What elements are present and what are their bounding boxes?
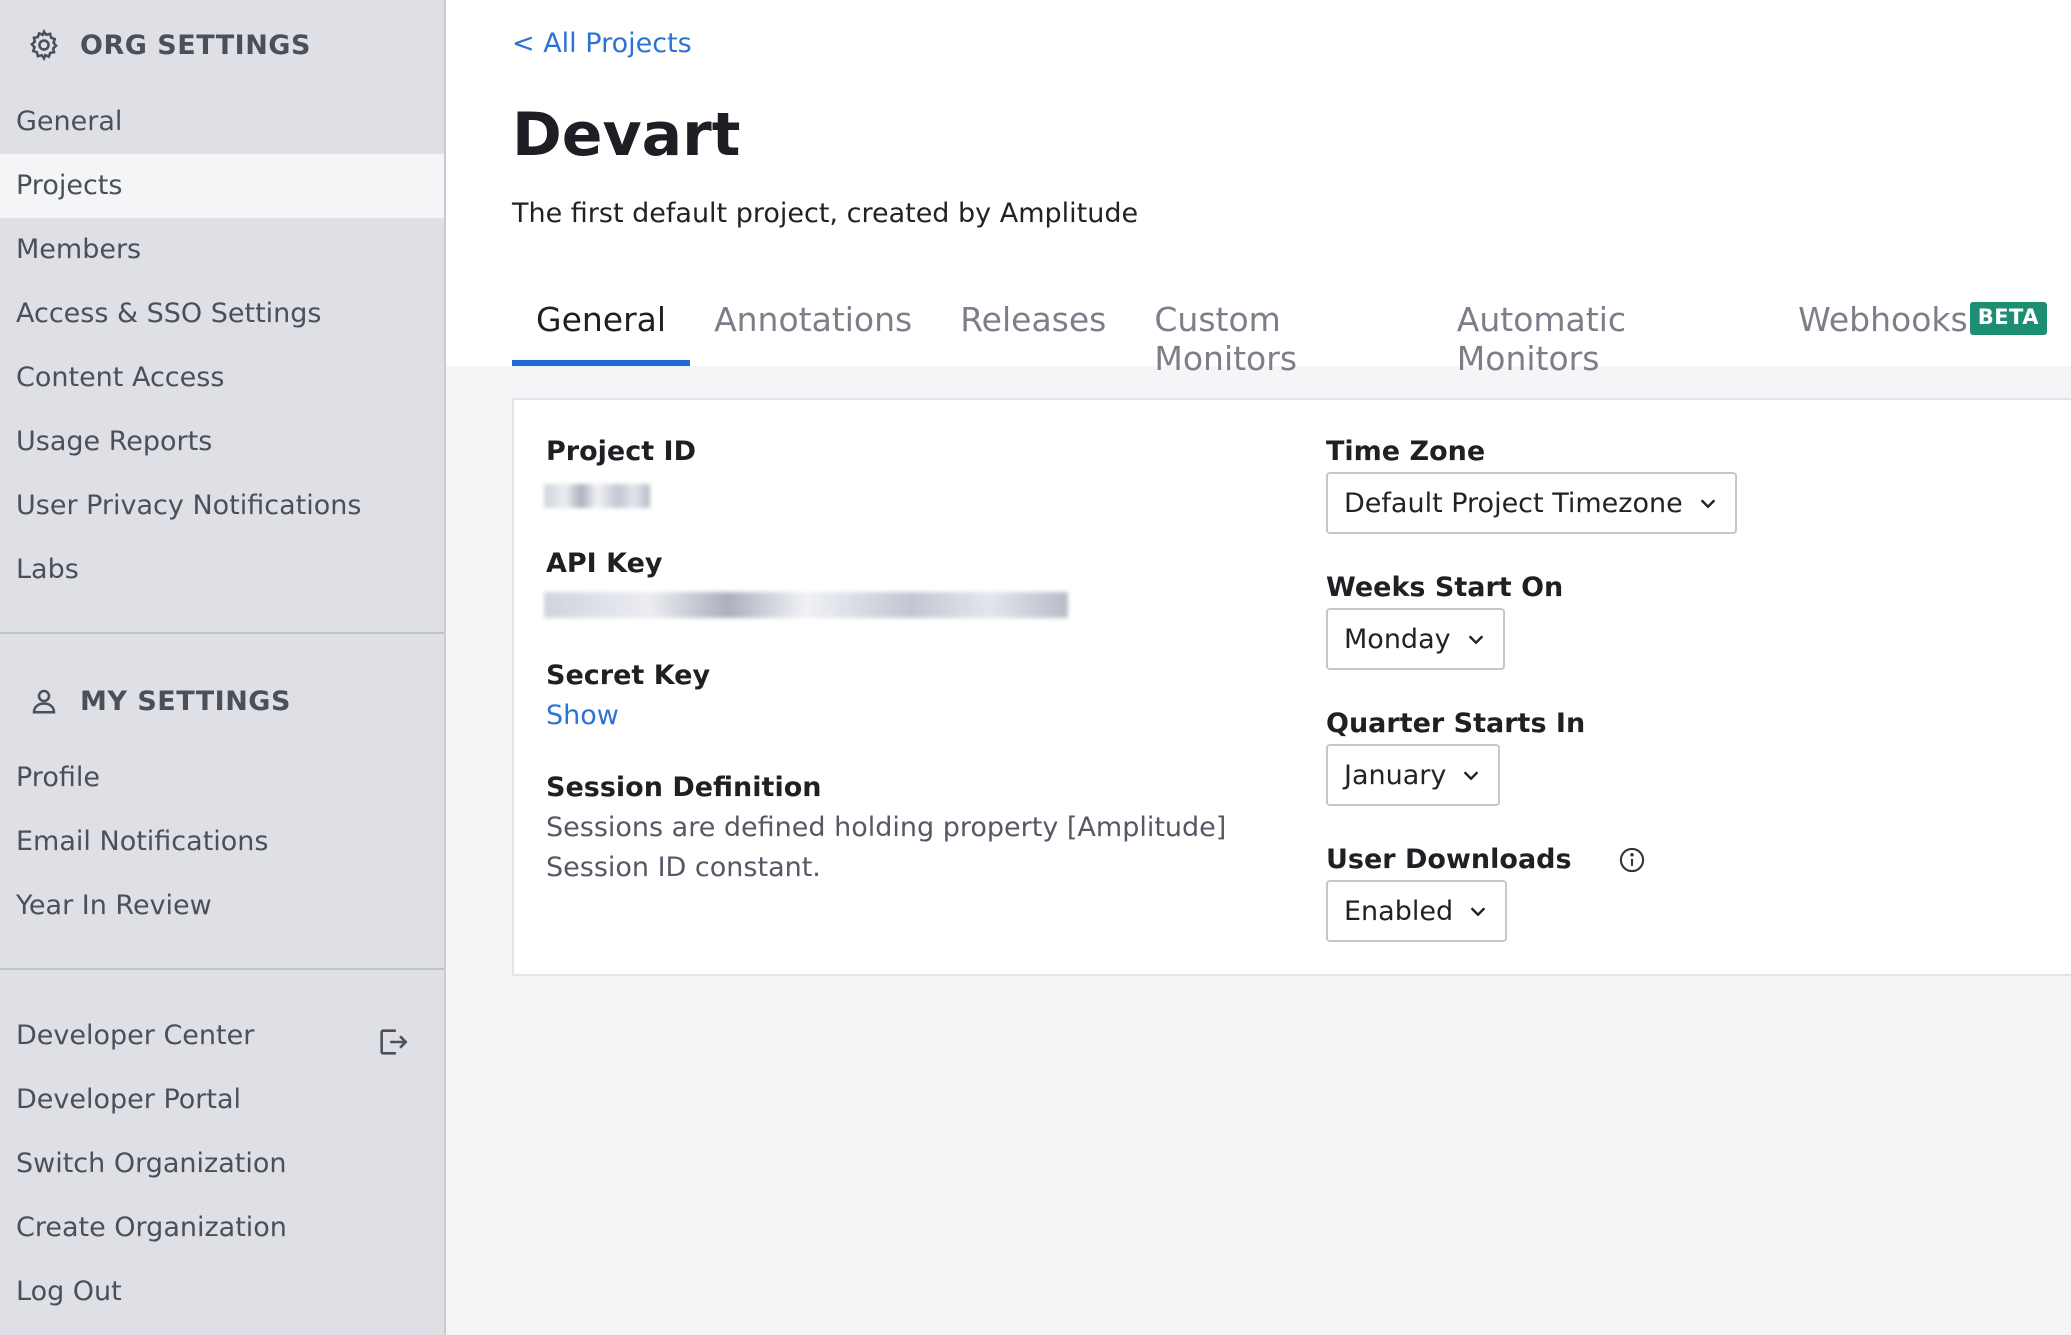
sidebar-item-content-access[interactable]: Content Access xyxy=(0,346,444,410)
weeks-start-value: Monday xyxy=(1344,623,1451,655)
main-content: < All Projects Devart The first default … xyxy=(446,0,2071,1335)
all-projects-link[interactable]: < All Projects xyxy=(512,28,692,59)
sidebar-item-projects[interactable]: Projects xyxy=(0,154,444,218)
info-icon[interactable] xyxy=(1618,846,1646,874)
page-title: Devart xyxy=(512,100,741,170)
weeks-start-select[interactable]: Monday xyxy=(1326,608,1505,670)
session-definition-text: Sessions are defined holding property [A… xyxy=(546,812,1227,883)
tab-automatic-monitors[interactable]: Automatic Monitors xyxy=(1433,296,1774,378)
secret-key-label: Secret Key xyxy=(546,660,711,691)
sidebar-item-developer-portal[interactable]: Developer Portal xyxy=(0,1068,444,1132)
tab-releases[interactable]: Releases xyxy=(936,296,1130,366)
time-zone-select[interactable]: Default Project Timezone xyxy=(1326,472,1737,534)
webhooks-label: Webhooks xyxy=(1798,300,1968,339)
external-link-icon xyxy=(376,1019,410,1055)
tab-custom-monitors[interactable]: Custom Monitors xyxy=(1130,296,1432,378)
sidebar-item-members[interactable]: Members xyxy=(0,218,444,282)
quarter-starts-label: Quarter Starts In xyxy=(1326,708,1586,739)
beta-badge: BETA xyxy=(1969,302,2047,335)
api-key-label: API Key xyxy=(546,548,663,579)
weeks-start-label: Weeks Start On xyxy=(1326,572,1564,603)
sidebar-item-email-notifications[interactable]: Email Notifications xyxy=(0,810,444,874)
chevron-down-icon xyxy=(1468,635,1483,645)
tab-general[interactable]: General xyxy=(512,296,691,366)
my-settings-heading: MY SETTINGS xyxy=(0,656,444,746)
person-icon xyxy=(26,683,62,719)
quarter-starts-select[interactable]: January xyxy=(1326,744,1501,806)
user-downloads-value: Enabled xyxy=(1344,895,1454,927)
chevron-down-icon xyxy=(1700,499,1715,509)
org-settings-heading: ORG SETTINGS xyxy=(0,0,444,90)
session-definition-label: Session Definition xyxy=(546,772,822,803)
sidebar-item-create-organization[interactable]: Create Organization xyxy=(0,1196,444,1260)
developer-center-label: Developer Center xyxy=(16,1020,255,1051)
project-id-label: Project ID xyxy=(546,436,696,467)
user-downloads-label: User Downloads xyxy=(1326,844,1572,875)
user-downloads-select[interactable]: Enabled xyxy=(1326,880,1508,942)
sidebar-item-developer-center[interactable]: Developer Center xyxy=(0,1004,444,1068)
sidebar-item-profile[interactable]: Profile xyxy=(0,746,444,810)
sidebar-item-labs[interactable]: Labs xyxy=(0,538,444,602)
sidebar-item-access-sso[interactable]: Access & SSO Settings xyxy=(0,282,444,346)
sidebar: ORG SETTINGS General Projects Members Ac… xyxy=(0,0,446,1335)
chevron-down-icon xyxy=(1464,771,1479,781)
sidebar-item-user-privacy[interactable]: User Privacy Notifications xyxy=(0,474,444,538)
sidebar-item-general[interactable]: General xyxy=(0,90,444,154)
chevron-down-icon xyxy=(1470,907,1486,917)
gear-icon xyxy=(26,27,62,63)
time-zone-value: Default Project Timezone xyxy=(1344,487,1683,519)
project-settings-card: Project ID API Key Secret Key Show Sessi… xyxy=(512,398,2071,976)
time-zone-label: Time Zone xyxy=(1326,436,1486,467)
show-secret-key-link[interactable]: Show xyxy=(546,696,619,736)
quarter-starts-value: January xyxy=(1344,759,1447,791)
org-settings-title: ORG SETTINGS xyxy=(80,29,311,61)
tab-annotations[interactable]: Annotations xyxy=(690,296,936,366)
tab-webhooks[interactable]: Webhooks BETA xyxy=(1774,296,2071,366)
sidebar-item-usage-reports[interactable]: Usage Reports xyxy=(0,410,444,474)
sidebar-item-year-in-review[interactable]: Year In Review xyxy=(0,874,444,938)
my-settings-title: MY SETTINGS xyxy=(80,685,291,717)
project-id-value-redacted xyxy=(544,484,650,508)
sidebar-item-switch-organization[interactable]: Switch Organization xyxy=(0,1132,444,1196)
api-key-value-redacted xyxy=(544,592,1068,618)
project-description: The first default project, created by Am… xyxy=(512,198,1139,229)
tab-bar: General Annotations Releases Custom Moni… xyxy=(512,296,2071,378)
sidebar-item-log-out[interactable]: Log Out xyxy=(0,1260,444,1324)
